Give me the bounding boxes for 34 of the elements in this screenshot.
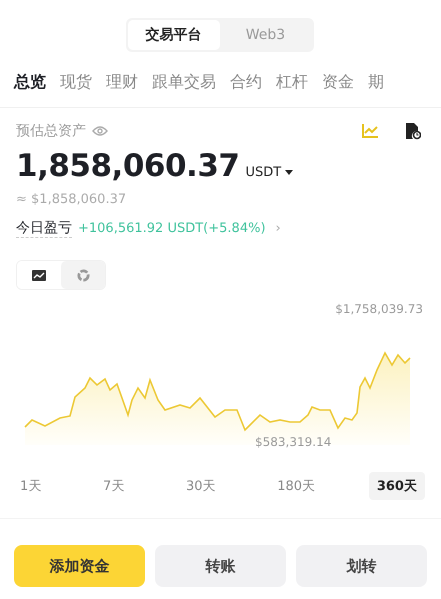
chart-low-label: $583,319.14: [255, 435, 332, 449]
range-tab[interactable]: 7天: [95, 472, 132, 500]
range-tab[interactable]: 1天: [12, 472, 50, 500]
eye-icon[interactable]: [92, 125, 108, 137]
segment-tab[interactable]: 交易平台: [128, 20, 220, 50]
usd-equivalent: ≈ $1,858,060.37: [15, 191, 128, 207]
pnl-label: 今日盈亏: [16, 219, 72, 238]
action-button[interactable]: 划转: [296, 545, 427, 587]
tab[interactable]: 总览: [14, 72, 46, 93]
tab[interactable]: 杠杆: [276, 72, 308, 93]
tab[interactable]: 期: [368, 72, 384, 93]
chart-high-label: $1,758,039.73: [335, 302, 423, 316]
action-button[interactable]: 转账: [155, 545, 286, 587]
range-tab[interactable]: 30天: [178, 472, 224, 500]
currency-dropdown[interactable]: USDT: [245, 165, 294, 180]
pnl-value: +106,561.92 USDT(+5.84%): [78, 221, 266, 236]
segment-tab[interactable]: Web3: [220, 20, 312, 50]
document-clock-icon[interactable]: [405, 122, 421, 140]
pie-chart-icon: [76, 268, 90, 282]
line-chart-icon[interactable]: [361, 123, 379, 139]
tab[interactable]: 资金: [322, 72, 354, 93]
caret-icon: [285, 170, 294, 175]
tab[interactable]: 理财: [106, 72, 138, 93]
tab[interactable]: 跟单交易: [152, 72, 216, 93]
range-tab[interactable]: 180天: [269, 472, 324, 500]
pie-chart-toggle[interactable]: [61, 261, 105, 289]
range-tab[interactable]: 360天: [368, 472, 425, 500]
balance-amount: 1,858,060.37: [16, 148, 240, 184]
add-funds-button[interactable]: 添加资金: [14, 545, 145, 587]
tab[interactable]: 现货: [60, 72, 92, 93]
chevron-icon[interactable]: ›: [276, 221, 281, 236]
tab[interactable]: 合约: [230, 72, 262, 93]
line-chart-icon: [32, 270, 46, 280]
balance-label: 预估总资产: [16, 122, 86, 140]
